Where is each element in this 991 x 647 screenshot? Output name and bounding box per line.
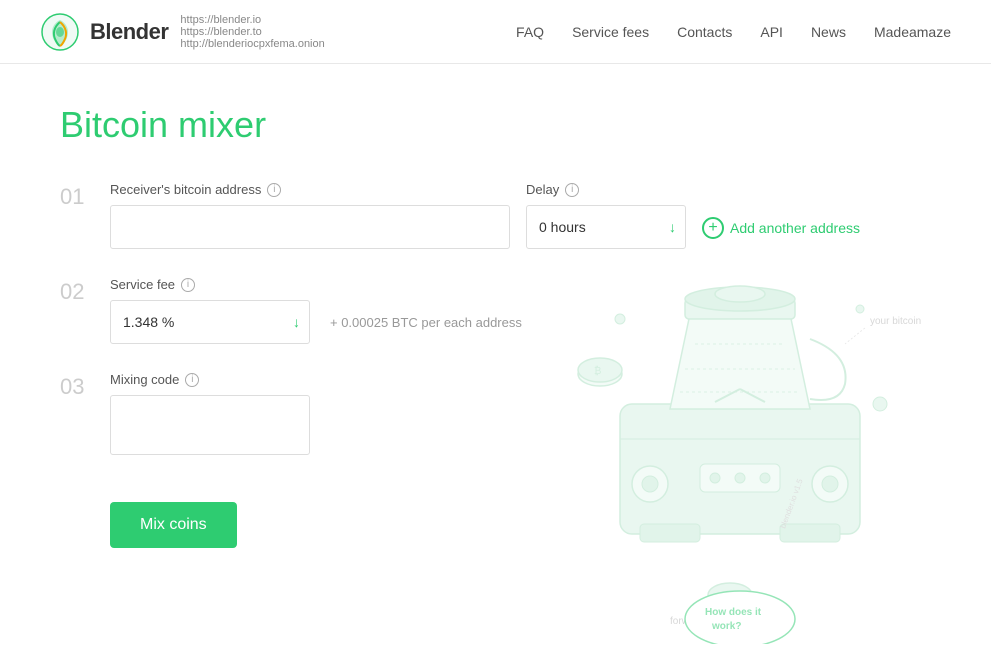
- page-title: Bitcoin mixer: [60, 104, 900, 146]
- fee-info-icon[interactable]: i: [181, 278, 195, 292]
- nav-api[interactable]: API: [760, 24, 783, 40]
- main-content: Bitcoin mixer 01 Receiver's bitcoin addr…: [0, 64, 960, 588]
- address-label: Receiver's bitcoin address i: [110, 182, 510, 197]
- url-2: https://blender.to: [180, 26, 324, 38]
- step-1-number: 01: [60, 184, 110, 210]
- mix-coins-button[interactable]: Mix coins: [110, 502, 237, 548]
- step-3-number: 03: [60, 374, 110, 400]
- delay-label: Delay i: [526, 182, 686, 197]
- logo-icon: [40, 12, 80, 52]
- delay-select[interactable]: 0 hours 1 hour 2 hours 6 hours 12 hours …: [526, 205, 686, 249]
- step-2-number: 02: [60, 279, 110, 305]
- header: Blender https://blender.io https://blend…: [0, 0, 991, 64]
- nav-contacts[interactable]: Contacts: [677, 24, 732, 40]
- logo-urls: https://blender.io https://blender.to ht…: [180, 14, 324, 50]
- svg-text:work?: work?: [711, 621, 741, 632]
- step-1: 01 Receiver's bitcoin address i Delay i: [60, 182, 900, 249]
- mixing-code-label: Mixing code i: [110, 372, 900, 387]
- svg-text:How does it: How does it: [705, 607, 762, 618]
- nav-madeamaze[interactable]: Madeamaze: [874, 24, 951, 40]
- step-3: 03 Mixing code i: [60, 372, 900, 458]
- nav-service-fees[interactable]: Service fees: [572, 24, 649, 40]
- address-field-wrap: Receiver's bitcoin address i: [110, 182, 510, 249]
- fee-label: Service fee i: [110, 277, 900, 292]
- url-3: http://blenderiocpxfema.onion: [180, 38, 324, 50]
- address-input[interactable]: [110, 205, 510, 249]
- step-2-row: 1.348 % 1.5 % 2.0 % ↓ + 0.00025 BTC per …: [110, 300, 900, 344]
- fee-select[interactable]: 1.348 % 1.5 % 2.0 %: [110, 300, 310, 344]
- svg-text:blender.io v1.5: blender.io v1.5: [778, 477, 804, 529]
- address-info-icon[interactable]: i: [267, 183, 281, 197]
- step-2: 02 Service fee i 1.348 % 1.5 % 2.0 % ↓ +…: [60, 277, 900, 344]
- logo-area: Blender https://blender.io https://blend…: [40, 12, 325, 52]
- step-2-content: Service fee i 1.348 % 1.5 % 2.0 % ↓ + 0.…: [110, 277, 900, 344]
- step-3-content: Mixing code i: [110, 372, 900, 458]
- logo-text: Blender: [90, 19, 168, 45]
- nav: FAQ Service fees Contacts API News Madea…: [516, 24, 951, 40]
- fee-note: + 0.00025 BTC per each address: [330, 315, 522, 330]
- step-1-row: Receiver's bitcoin address i Delay i 0 h…: [110, 182, 900, 249]
- svg-text:₿: ₿: [724, 590, 731, 602]
- step-1-content: Receiver's bitcoin address i Delay i 0 h…: [110, 182, 900, 249]
- forward-address-label: forward address: [670, 616, 742, 627]
- fee-select-wrapper: 1.348 % 1.5 % 2.0 % ↓: [110, 300, 310, 344]
- nav-faq[interactable]: FAQ: [516, 24, 544, 40]
- delay-info-icon[interactable]: i: [565, 183, 579, 197]
- add-address-plus-icon: +: [702, 217, 724, 239]
- mixing-code-input[interactable]: [110, 395, 310, 455]
- delay-select-wrapper: 0 hours 1 hour 2 hours 6 hours 12 hours …: [526, 205, 686, 249]
- delay-field-wrap: Delay i 0 hours 1 hour 2 hours 6 hours 1…: [526, 182, 686, 249]
- add-address-button[interactable]: + Add another address: [702, 217, 860, 239]
- nav-news[interactable]: News: [811, 24, 846, 40]
- mixing-code-info-icon[interactable]: i: [185, 373, 199, 387]
- url-1: https://blender.io: [180, 14, 324, 26]
